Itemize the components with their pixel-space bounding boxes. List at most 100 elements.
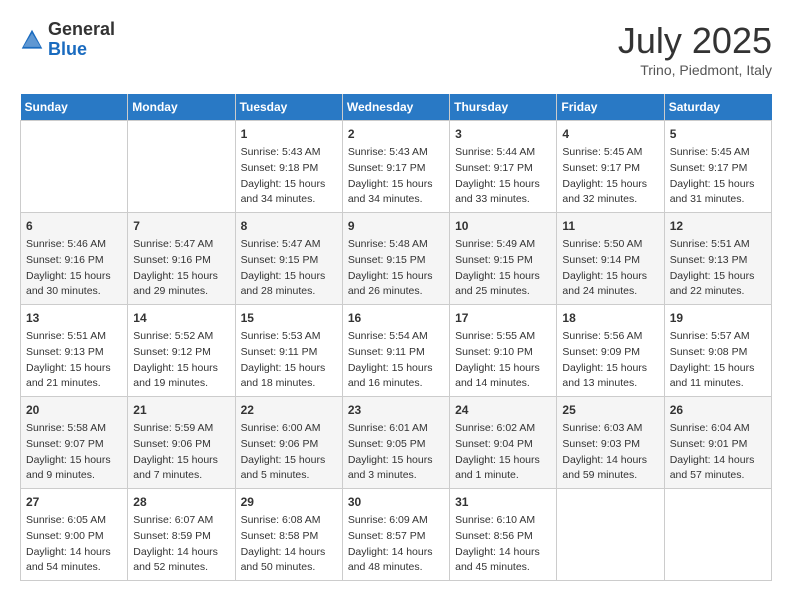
day-info: Sunrise: 5:49 AM [455,237,551,253]
header-cell-friday: Friday [557,94,664,121]
day-info: Daylight: 15 hours and 33 minutes. [455,177,551,209]
day-info: Sunrise: 5:55 AM [455,329,551,345]
header-row: SundayMondayTuesdayWednesdayThursdayFrid… [21,94,772,121]
header-cell-wednesday: Wednesday [342,94,449,121]
day-number: 17 [455,309,551,327]
day-info: Sunset: 9:10 PM [455,345,551,361]
day-info: Sunset: 9:16 PM [26,253,122,269]
day-cell: 17 Sunrise: 5:55 AMSunset: 9:10 PMDayligh… [450,305,557,397]
day-info: Daylight: 15 hours and 1 minute. [455,453,551,485]
day-info: Sunrise: 5:45 AM [562,145,658,161]
day-info: Daylight: 14 hours and 48 minutes. [348,545,444,577]
day-info: Sunset: 9:17 PM [348,161,444,177]
day-info: Sunrise: 5:45 AM [670,145,766,161]
day-info: Daylight: 15 hours and 11 minutes. [670,361,766,393]
month-title: July 2025 [618,20,772,62]
day-cell [557,489,664,581]
day-info: Sunrise: 5:54 AM [348,329,444,345]
day-info: Daylight: 15 hours and 29 minutes. [133,269,229,301]
day-info: Sunset: 9:06 PM [133,437,229,453]
day-info: Sunset: 9:09 PM [562,345,658,361]
day-info: Sunset: 8:57 PM [348,529,444,545]
day-info: Sunrise: 5:47 AM [133,237,229,253]
day-cell: 27Sunrise: 6:05 AMSunset: 9:00 PMDayligh… [21,489,128,581]
day-info: Daylight: 14 hours and 59 minutes. [562,453,658,485]
day-info: Daylight: 15 hours and 24 minutes. [562,269,658,301]
day-info: Daylight: 15 hours and 7 minutes. [133,453,229,485]
day-info: Daylight: 15 hours and 31 minutes. [670,177,766,209]
day-number: 22 [241,401,337,419]
day-info: Daylight: 15 hours and 34 minutes. [241,177,337,209]
day-number: 31 [455,493,551,511]
day-number: 18 [562,309,658,327]
day-cell: 20Sunrise: 5:58 AMSunset: 9:07 PMDayligh… [21,397,128,489]
day-info: Sunset: 9:18 PM [241,161,337,177]
day-info: Sunset: 9:16 PM [133,253,229,269]
day-cell: 10Sunrise: 5:49 AMSunset: 9:15 PMDayligh… [450,213,557,305]
logo-blue-text: Blue [48,39,87,59]
day-info: Sunset: 9:13 PM [26,345,122,361]
day-number: 21 [133,401,229,419]
day-info: Daylight: 15 hours and 9 minutes. [26,453,122,485]
day-number: 26 [670,401,766,419]
logo-icon [20,28,44,52]
day-number: 16 [348,309,444,327]
day-info: Daylight: 15 hours and 14 minutes. [455,361,551,393]
day-info: Daylight: 15 hours and 34 minutes. [348,177,444,209]
day-number: 25 [562,401,658,419]
day-info: Sunset: 9:13 PM [670,253,766,269]
day-number: 7 [133,217,229,235]
day-cell: 29Sunrise: 6:08 AMSunset: 8:58 PMDayligh… [235,489,342,581]
day-cell: 25Sunrise: 6:03 AMSunset: 9:03 PMDayligh… [557,397,664,489]
day-cell: 28Sunrise: 6:07 AMSunset: 8:59 PMDayligh… [128,489,235,581]
day-info: Sunset: 9:06 PM [241,437,337,453]
day-info: Daylight: 15 hours and 32 minutes. [562,177,658,209]
day-info: Sunrise: 6:10 AM [455,513,551,529]
day-info: Daylight: 15 hours and 16 minutes. [348,361,444,393]
day-info: Sunrise: 5:50 AM [562,237,658,253]
header-cell-saturday: Saturday [664,94,771,121]
day-info: Sunrise: 6:07 AM [133,513,229,529]
day-cell [664,489,771,581]
day-info: Sunset: 9:14 PM [562,253,658,269]
day-cell: 30Sunrise: 6:09 AMSunset: 8:57 PMDayligh… [342,489,449,581]
day-info: Sunset: 9:04 PM [455,437,551,453]
day-cell [21,121,128,213]
week-row-3: 13Sunrise: 5:51 AMSunset: 9:13 PMDayligh… [21,305,772,397]
day-cell: 24 Sunrise: 6:02 AMSunset: 9:04 PMDayligh… [450,397,557,489]
day-cell [128,121,235,213]
day-info: Sunrise: 6:02 AM [455,421,551,437]
week-row-4: 20Sunrise: 5:58 AMSunset: 9:07 PMDayligh… [21,397,772,489]
day-number: 20 [26,401,122,419]
day-info: Sunrise: 5:43 AM [241,145,337,161]
day-number: 23 [348,401,444,419]
week-row-1: 1Sunrise: 5:43 AMSunset: 9:18 PMDaylight… [21,121,772,213]
day-cell: 8Sunrise: 5:47 AMSunset: 9:15 PMDaylight… [235,213,342,305]
day-info: Sunset: 9:17 PM [455,161,551,177]
day-cell: 4Sunrise: 5:45 AMSunset: 9:17 PMDaylight… [557,121,664,213]
day-number: 15 [241,309,337,327]
day-info: Sunset: 9:17 PM [562,161,658,177]
day-cell: 3Sunrise: 5:44 AMSunset: 9:17 PMDaylight… [450,121,557,213]
day-info: Sunrise: 5:59 AM [133,421,229,437]
day-info: Sunrise: 6:04 AM [670,421,766,437]
day-cell: 18Sunrise: 5:56 AMSunset: 9:09 PMDayligh… [557,305,664,397]
day-info: Sunrise: 5:46 AM [26,237,122,253]
day-info: Sunrise: 6:05 AM [26,513,122,529]
header-cell-tuesday: Tuesday [235,94,342,121]
location: Trino, Piedmont, Italy [618,62,772,78]
day-info: Daylight: 15 hours and 30 minutes. [26,269,122,301]
day-info: Sunrise: 5:48 AM [348,237,444,253]
day-cell: 19Sunrise: 5:57 AMSunset: 9:08 PMDayligh… [664,305,771,397]
day-info: Sunset: 9:15 PM [455,253,551,269]
header-cell-thursday: Thursday [450,94,557,121]
day-cell: 16Sunrise: 5:54 AMSunset: 9:11 PMDayligh… [342,305,449,397]
day-number: 11 [562,217,658,235]
day-number: 24 [455,401,551,419]
day-cell: 2Sunrise: 5:43 AMSunset: 9:17 PMDaylight… [342,121,449,213]
day-cell: 5Sunrise: 5:45 AMSunset: 9:17 PMDaylight… [664,121,771,213]
day-info: Sunrise: 5:57 AM [670,329,766,345]
day-info: Daylight: 14 hours and 52 minutes. [133,545,229,577]
day-number: 3 [455,125,551,143]
day-info: Sunrise: 6:08 AM [241,513,337,529]
